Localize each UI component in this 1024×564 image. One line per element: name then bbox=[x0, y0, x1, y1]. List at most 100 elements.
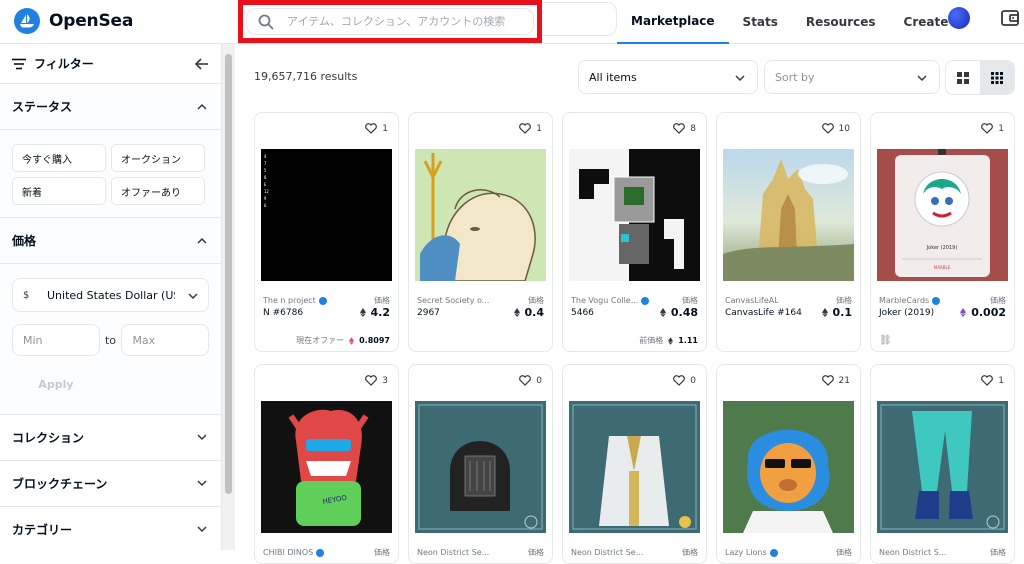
sort-by-select[interactable]: Sort by bbox=[764, 60, 940, 94]
status-buy-now-button[interactable]: 今すぐ購入 bbox=[12, 144, 106, 172]
filter-header: フィルター bbox=[0, 44, 221, 84]
nft-card[interactable]: 1 Neon District S... 価格 bbox=[870, 364, 1015, 564]
filter-title: フィルター bbox=[34, 57, 94, 71]
collection-name[interactable]: The Vogu Colle... bbox=[571, 295, 650, 306]
search-box-extension[interactable] bbox=[542, 2, 617, 36]
nft-card[interactable]: 8 The Vogu Colle... 価格 5466 0.48 前価格 1.1… bbox=[562, 112, 707, 352]
nav-marketplace[interactable]: Marketplace bbox=[617, 0, 729, 44]
like-button[interactable]: 10 bbox=[821, 123, 850, 134]
nft-card[interactable]: 3 HEYOO CHIBI DINOS 価格 bbox=[254, 364, 399, 564]
polygon-eth-icon bbox=[960, 308, 967, 317]
collection-name[interactable]: Neon District S... bbox=[879, 547, 946, 558]
item-price: 0.48 bbox=[659, 306, 698, 319]
collection-name[interactable]: Neon District Se... bbox=[417, 547, 489, 558]
nft-card[interactable]: 1 Joker (2019) MARBLE MarbleCards 価格 Jok… bbox=[870, 112, 1015, 352]
like-button[interactable]: 0 bbox=[673, 375, 696, 386]
card-meta: MarbleCards 価格 bbox=[879, 295, 1006, 306]
nft-card[interactable]: 0 Neon District Se... 価格 bbox=[562, 364, 707, 564]
chevron-up-icon bbox=[197, 237, 207, 244]
nft-card[interactable]: 1 Secret Society o... 価格 2967 0.4 bbox=[408, 112, 553, 352]
collection-name[interactable]: Secret Society o... bbox=[417, 295, 489, 306]
search-input[interactable] bbox=[287, 15, 517, 28]
nft-image bbox=[569, 149, 700, 281]
nft-image bbox=[723, 401, 854, 533]
nft-card[interactable]: 21 Lazy Lions 価格 bbox=[716, 364, 861, 564]
card-title-row: 2967 0.4 bbox=[417, 306, 544, 319]
like-button[interactable]: 0 bbox=[519, 375, 542, 386]
collection-name[interactable]: Neon District Se... bbox=[571, 547, 643, 558]
max-price-input[interactable]: Max bbox=[121, 324, 209, 356]
collection-title: コレクション bbox=[12, 431, 85, 445]
like-button[interactable]: 8 bbox=[673, 123, 696, 134]
opensea-logo-icon bbox=[14, 8, 40, 34]
scrollbar-thumb[interactable] bbox=[225, 54, 232, 494]
price-label: 価格 bbox=[528, 296, 544, 305]
price-label: 価格 bbox=[528, 548, 544, 557]
card-meta: Neon District Se... 価格 bbox=[571, 547, 698, 558]
collapse-arrow-icon[interactable] bbox=[195, 58, 209, 70]
currency-select[interactable]: $ United States Dollar (USD) bbox=[12, 278, 209, 312]
collection-name[interactable]: The n project bbox=[263, 295, 327, 306]
all-items-select[interactable]: All items bbox=[578, 60, 758, 94]
status-auction-button[interactable]: オークション bbox=[111, 144, 205, 172]
apply-button[interactable]: Apply bbox=[12, 368, 100, 400]
wallet-icon[interactable] bbox=[1000, 8, 1020, 28]
nft-card[interactable]: 10 CanvasLifeAL 価格 CanvasLife #164 0.1 bbox=[716, 112, 861, 352]
collection-name[interactable]: MarbleCards bbox=[879, 295, 941, 306]
sidebar-scrollbar[interactable] bbox=[222, 44, 235, 550]
item-price: 4.2 bbox=[359, 306, 390, 319]
profile-avatar[interactable] bbox=[948, 7, 970, 29]
like-button[interactable]: 3 bbox=[365, 375, 388, 386]
item-name: 5466 bbox=[571, 307, 594, 318]
price-label: 価格 bbox=[836, 548, 852, 557]
current-offer: 現在オファー 0.8097 bbox=[296, 336, 390, 345]
main-content: 19,657,716 results All items Sort by 1 4… bbox=[235, 44, 1024, 564]
heart-icon bbox=[821, 375, 834, 386]
card-title-row: N #6786 4.2 bbox=[263, 306, 390, 319]
heart-icon bbox=[365, 375, 378, 386]
like-button[interactable]: 1 bbox=[981, 123, 1004, 134]
nft-card[interactable]: 0 Neon District Se... 価格 bbox=[408, 364, 553, 564]
chevron-down-icon bbox=[197, 480, 207, 487]
like-count: 10 bbox=[838, 123, 850, 134]
like-count: 21 bbox=[838, 375, 850, 386]
verified-badge-icon bbox=[318, 296, 327, 305]
small-grid-icon bbox=[991, 71, 1003, 84]
price-label: 価格 bbox=[682, 548, 698, 557]
collection-name[interactable]: Lazy Lions bbox=[725, 547, 778, 558]
nav-resources[interactable]: Resources bbox=[792, 0, 890, 44]
price-section-header[interactable]: 価格 bbox=[0, 218, 221, 264]
large-grid-button[interactable] bbox=[946, 61, 980, 94]
collection-section-header[interactable]: コレクション bbox=[0, 415, 221, 461]
heart-icon bbox=[673, 375, 686, 386]
like-button[interactable]: 1 bbox=[365, 123, 388, 134]
opensea-logo[interactable]: OpenSea bbox=[14, 8, 133, 34]
blockchain-section-header[interactable]: ブロックチェーン bbox=[0, 461, 221, 507]
nft-image bbox=[723, 149, 854, 281]
like-count: 1 bbox=[382, 123, 388, 134]
nft-card[interactable]: 1 4 7 5 8 E 12 9 6 The n project 価格 N #6786 4.2… bbox=[254, 112, 399, 352]
like-button[interactable]: 1 bbox=[981, 375, 1004, 386]
collection-name[interactable]: CanvasLifeAL bbox=[725, 295, 779, 306]
status-new-button[interactable]: 新着 bbox=[12, 177, 106, 205]
like-count: 1 bbox=[536, 123, 542, 134]
heart-icon bbox=[365, 123, 378, 134]
item-name: 2967 bbox=[417, 307, 440, 318]
status-section-header[interactable]: ステータス bbox=[0, 84, 221, 130]
category-section-header[interactable]: カテゴリー bbox=[0, 507, 221, 550]
link-icon: ⛓ bbox=[879, 335, 892, 346]
price-label: 価格 bbox=[374, 548, 390, 557]
price-label: 価格 bbox=[682, 296, 698, 305]
collection-name[interactable]: CHIBI DINOS bbox=[263, 547, 325, 558]
search-box[interactable] bbox=[246, 8, 534, 35]
small-grid-button[interactable] bbox=[980, 61, 1014, 94]
nav-stats[interactable]: Stats bbox=[729, 0, 792, 44]
like-button[interactable]: 1 bbox=[519, 123, 542, 134]
like-button[interactable]: 21 bbox=[821, 375, 850, 386]
weth-icon bbox=[349, 336, 355, 345]
min-price-input[interactable]: Min bbox=[12, 324, 100, 356]
heart-icon bbox=[981, 375, 994, 386]
nft-image bbox=[415, 149, 546, 281]
status-has-offers-button[interactable]: オファーあり bbox=[111, 177, 205, 205]
card-meta: CanvasLifeAL 価格 bbox=[725, 295, 852, 306]
